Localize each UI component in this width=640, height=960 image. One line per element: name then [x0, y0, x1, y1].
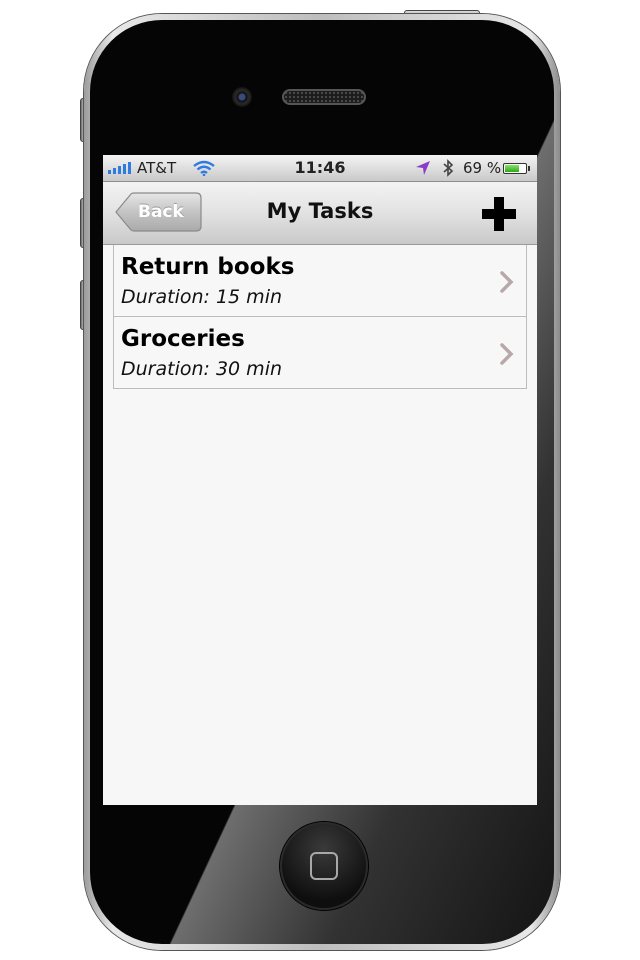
bluetooth-icon: [443, 159, 454, 177]
battery-percent: 69 %: [463, 159, 502, 177]
task-duration: Duration: 15 min: [121, 286, 283, 308]
navigation-bar: Back My Tasks: [103, 182, 537, 245]
chevron-right-icon: [500, 271, 514, 293]
screen: AT&T 11:46 69 % Back My Tasks Return boo…: [103, 155, 537, 805]
status-bar: AT&T 11:46 69 %: [103, 155, 537, 182]
plus-icon[interactable]: [481, 196, 517, 232]
page-title: My Tasks: [266, 199, 374, 223]
home-square-icon: [310, 852, 338, 880]
earpiece-speaker: [282, 89, 366, 105]
location-icon: [416, 161, 430, 175]
front-camera: [232, 87, 252, 107]
battery-icon: [503, 163, 530, 174]
task-row[interactable]: Groceries Duration: 30 min: [113, 317, 527, 389]
device-frame: AT&T 11:46 69 % Back My Tasks Return boo…: [0, 0, 640, 960]
chevron-right-icon: [500, 343, 514, 365]
task-list: Return books Duration: 15 min Groceries …: [113, 245, 527, 389]
home-button[interactable]: [280, 822, 368, 910]
task-duration: Duration: 30 min: [121, 358, 283, 380]
task-title: Return books: [121, 254, 295, 280]
task-row[interactable]: Return books Duration: 15 min: [113, 245, 527, 317]
task-title: Groceries: [121, 326, 245, 352]
battery-level-fill: [505, 165, 519, 172]
